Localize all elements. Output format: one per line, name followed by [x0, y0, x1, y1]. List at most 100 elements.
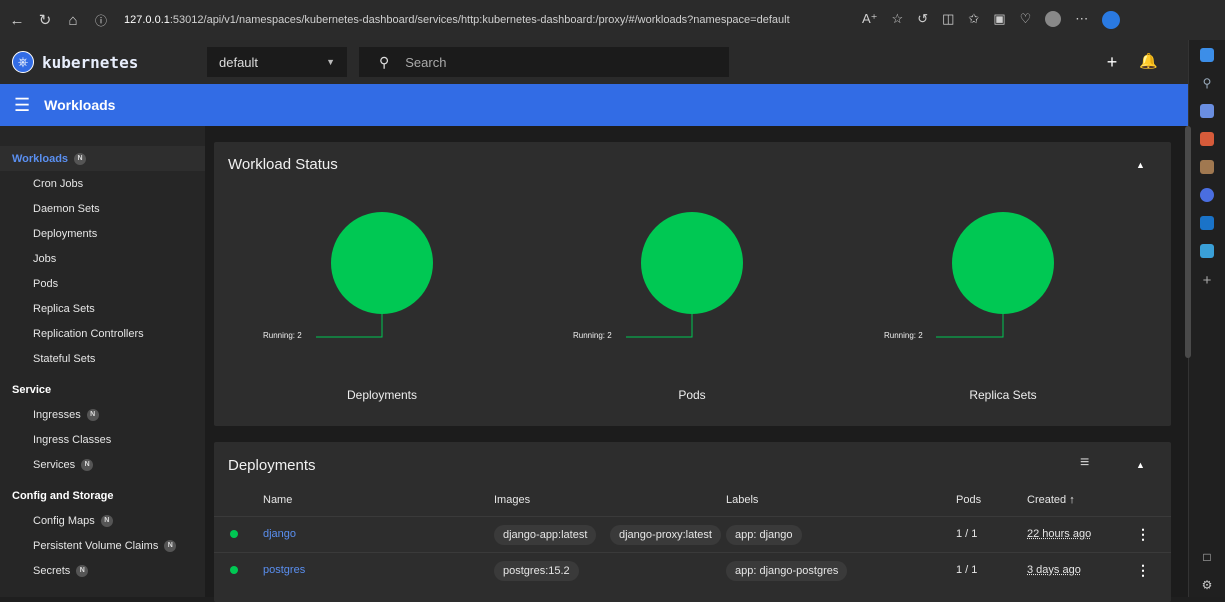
deployments-card: Deployments ≡ ▲ Name Images Labels Pods … [214, 442, 1171, 602]
sidebar-item-pvc[interactable]: Persistent Volume Claims N [0, 533, 205, 558]
chart-label-replica-sets: Replica Sets [969, 388, 1037, 402]
sidebar-item-replica-sets[interactable]: Replica Sets [0, 296, 205, 321]
app-header: ⎈ kubernetes default ▼ ⚲ Search + 🔔 [0, 40, 1188, 84]
running-slice [641, 212, 743, 314]
sidebar-item-stateful-sets[interactable]: Stateful Sets [0, 346, 205, 371]
search-rail-icon[interactable]: ⚲ [1203, 76, 1212, 90]
split-screen-icon[interactable]: ◫ [942, 11, 954, 29]
chart-replica-sets [936, 212, 1054, 338]
address-bar[interactable]: 127.0.0.1:53012/api/v1/namespaces/kubern… [124, 14, 844, 26]
image-chip: postgres:15.2 [494, 561, 579, 581]
add-rail-icon[interactable]: + [1203, 272, 1212, 289]
sidebar-item-daemon-sets[interactable]: Daemon Sets [0, 196, 205, 221]
new-badge: N [81, 458, 94, 471]
running-slice [952, 212, 1054, 314]
extension-icon[interactable]: ↺ [917, 11, 928, 29]
send-rail-icon[interactable] [1200, 244, 1214, 258]
sidebar-item-deployments[interactable]: Deployments [0, 221, 205, 246]
label-leader-line [626, 314, 693, 338]
search-icon: ⚲ [379, 53, 390, 70]
chevron-down-icon: ▼ [326, 57, 335, 67]
namespace-value: default [219, 54, 259, 70]
new-badge: N [100, 514, 113, 527]
table-row: postgres postgres:15.2 app: django-postg… [214, 552, 1171, 588]
image-chip: django-proxy:latest [610, 525, 721, 545]
kubernetes-logo[interactable]: ⎈ kubernetes [12, 51, 207, 73]
main-scrollbar[interactable] [1185, 126, 1191, 358]
sidebar-section-label: Workloads [12, 152, 69, 165]
people-rail-icon[interactable] [1200, 160, 1214, 174]
running-label-deployments: Running: 2 [263, 331, 302, 340]
running-label-replica-sets: Running: 2 [884, 331, 923, 340]
settings-rail-icon[interactable]: ⚙ [1202, 578, 1213, 592]
sidebar-section-config-storage[interactable]: Config and Storage [0, 483, 205, 508]
deployment-name-link[interactable]: django [263, 528, 296, 540]
tag-rail-icon[interactable] [1200, 104, 1214, 118]
card-title: Deployments [228, 457, 316, 474]
row-menu-icon[interactable]: ⋮ [1136, 562, 1150, 579]
sidebar-item-label: Config Maps [33, 514, 95, 527]
sidebar-section-workloads[interactable]: Workloads N [0, 146, 205, 171]
url-path: :53012/api/v1/namespaces/kubernetes-dash… [169, 14, 790, 26]
workload-status-card: Workload Status ▲ Running: 2 Running: 2 … [214, 142, 1171, 426]
search-input[interactable]: ⚲ Search [359, 47, 729, 77]
notifications-bell-icon[interactable]: 🔔 [1139, 52, 1158, 73]
browser-sidebar: ⚲ + □ ⚙ [1188, 40, 1225, 597]
profile-avatar-icon[interactable] [1045, 11, 1062, 27]
outlook-rail-icon[interactable] [1200, 216, 1214, 230]
read-aloud-icon[interactable]: A⁺ [862, 11, 878, 29]
home-icon[interactable]: ⌂ [62, 9, 84, 31]
column-header-created[interactable]: Created ↑ [1027, 494, 1075, 506]
copilot-rail-icon[interactable] [1200, 48, 1214, 62]
label-leader-line [936, 314, 1004, 338]
refresh-icon[interactable]: ↻ [34, 9, 56, 31]
column-header-pods: Pods [956, 494, 982, 506]
pods-count: 1 / 1 [956, 528, 978, 540]
column-header-name[interactable]: Name [263, 494, 292, 506]
deployment-name-link[interactable]: postgres [263, 564, 305, 576]
back-icon[interactable]: ← [6, 9, 28, 31]
label-leader-line [316, 314, 383, 338]
row-menu-icon[interactable]: ⋮ [1136, 526, 1150, 543]
info-icon[interactable]: ⓘ [90, 9, 112, 31]
namespace-select[interactable]: default ▼ [207, 47, 347, 77]
sidebar-item-replication-controllers[interactable]: Replication Controllers [0, 321, 205, 346]
chart-pods [626, 212, 743, 338]
column-header-labels: Labels [726, 494, 759, 506]
label-chip: app: django-postgres [726, 561, 848, 581]
games-rail-icon[interactable] [1200, 188, 1214, 202]
filter-icon[interactable]: ≡ [1080, 454, 1089, 472]
toolbox-rail-icon[interactable] [1200, 132, 1214, 146]
favorites-icon[interactable]: ✩ [968, 11, 979, 29]
sidebar-item-services[interactable]: Services N [0, 452, 205, 477]
sidebar-toggle-icon[interactable]: □ [1203, 550, 1210, 564]
more-icon[interactable]: ⋯ [1075, 11, 1088, 29]
image-chip: django-app:latest [494, 525, 597, 545]
pods-count: 1 / 1 [956, 564, 978, 576]
collapse-icon[interactable]: ▲ [1136, 460, 1145, 470]
sidebar-item-pods[interactable]: Pods [0, 271, 205, 296]
new-badge: N [86, 408, 99, 421]
new-badge: N [74, 152, 87, 165]
sidebar-section-service[interactable]: Service [0, 377, 205, 402]
create-button[interactable]: + [1107, 52, 1118, 73]
sidebar-item-secrets[interactable]: Secrets N [0, 558, 205, 583]
chart-deployments [316, 212, 433, 338]
sidebar-item-cron-jobs[interactable]: Cron Jobs [0, 171, 205, 196]
chart-label-pods: Pods [678, 388, 706, 402]
table-row: django django-app:latest django-proxy:la… [214, 516, 1171, 552]
collections-icon[interactable]: ▣ [993, 11, 1005, 29]
chart-label-deployments: Deployments [346, 388, 418, 402]
copilot-icon[interactable] [1102, 11, 1121, 29]
sidebar-item-jobs[interactable]: Jobs [0, 246, 205, 271]
menu-icon[interactable]: ☰ [14, 95, 30, 116]
sidebar-item-label: Persistent Volume Claims [33, 539, 159, 552]
sidebar-item-config-maps[interactable]: Config Maps N [0, 508, 205, 533]
browser-essentials-icon[interactable]: ♡ [1020, 11, 1032, 29]
page-toolbar: ☰ Workloads [0, 84, 1188, 126]
favorite-star-icon[interactable]: ☆ [892, 11, 904, 29]
status-running-icon [230, 566, 238, 574]
sidebar-item-ingress-classes[interactable]: Ingress Classes [0, 427, 205, 452]
created-time: 3 days ago [1027, 564, 1081, 576]
sidebar-item-ingresses[interactable]: Ingresses N [0, 402, 205, 427]
